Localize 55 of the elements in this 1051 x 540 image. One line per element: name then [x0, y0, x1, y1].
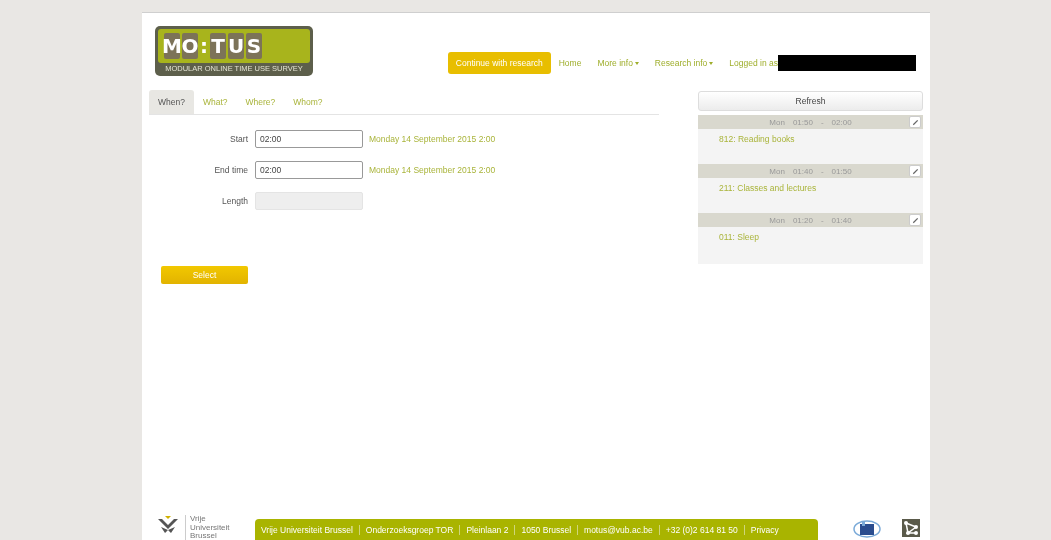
edit-button[interactable] [909, 214, 921, 226]
time-field[interactable]: 02:00 [255, 160, 363, 179]
nav-link[interactable]: Home [550, 58, 590, 68]
footer-link[interactable]: Pleinlaan 2 [466, 525, 509, 535]
edit-button[interactable] [909, 165, 921, 177]
footer-link[interactable]: Privacy [750, 525, 779, 535]
select-button[interactable]: Select [161, 266, 248, 284]
activity-text: 211: Classes and lectures [718, 182, 818, 195]
logo-letter: U [228, 33, 244, 59]
footer-link[interactable]: +32 (0)2 614 81 50 [665, 525, 738, 535]
footer-link[interactable]: Vrije Universiteit Brussel [261, 525, 353, 535]
edit-button[interactable] [909, 116, 921, 128]
pencil-icon [911, 216, 919, 224]
entry-separator: - [820, 117, 824, 127]
field-label: End time [213, 164, 249, 175]
tor-logo-icon [852, 519, 882, 539]
university-name: Vrije [190, 515, 206, 523]
entry-start: 01:40 [792, 166, 813, 176]
date-hint: Monday 14 September 2015 2:00 [368, 133, 496, 144]
footer-link[interactable]: motus@vub.ac.be [584, 525, 653, 535]
refresh-button[interactable]: Refresh [698, 91, 923, 111]
entry-separator: - [820, 215, 824, 225]
university-name: Universiteit [190, 523, 230, 532]
entry-start: 01:20 [792, 215, 813, 225]
logo-letter: : [200, 33, 208, 59]
nav-link[interactable]: More info [589, 58, 647, 68]
logo-letter: S [246, 33, 262, 59]
entry-end: 01:50 [831, 166, 852, 176]
university-name: Brussel [190, 532, 218, 540]
entry-day: Mon [769, 166, 785, 176]
logo-letter: T [210, 33, 226, 59]
footer-link[interactable]: Onderzoeksgroep TOR [365, 525, 454, 535]
field-label: Length [221, 195, 249, 206]
entry-separator: - [820, 166, 824, 176]
pencil-icon [911, 118, 919, 126]
continue-button[interactable]: Continue with research [447, 52, 551, 74]
entry-start: 01:50 [792, 117, 813, 127]
activity-text: 011: Sleep [718, 231, 760, 244]
footer-link[interactable]: 1050 Brussel [521, 525, 572, 535]
entry-day: Mon [769, 215, 785, 225]
logo-letter: O [182, 33, 198, 59]
time-field[interactable]: 02:00 [255, 129, 363, 148]
tab[interactable]: Whom? [284, 90, 332, 114]
activity-text: 812: Reading books [718, 133, 796, 146]
tab[interactable]: What? [193, 90, 237, 114]
nav-link[interactable]: Research info [646, 58, 722, 68]
pencil-icon [911, 167, 919, 175]
date-hint: Monday 14 September 2015 2:00 [368, 164, 496, 175]
logged-in-label: Logged in as [728, 58, 778, 68]
network-logo-icon [902, 519, 920, 537]
field-label: Start [229, 133, 249, 144]
tab[interactable]: Where? [236, 90, 285, 114]
entry-day: Mon [769, 117, 785, 127]
tab[interactable]: When? [149, 90, 194, 114]
entry-end: 01:40 [831, 215, 852, 225]
